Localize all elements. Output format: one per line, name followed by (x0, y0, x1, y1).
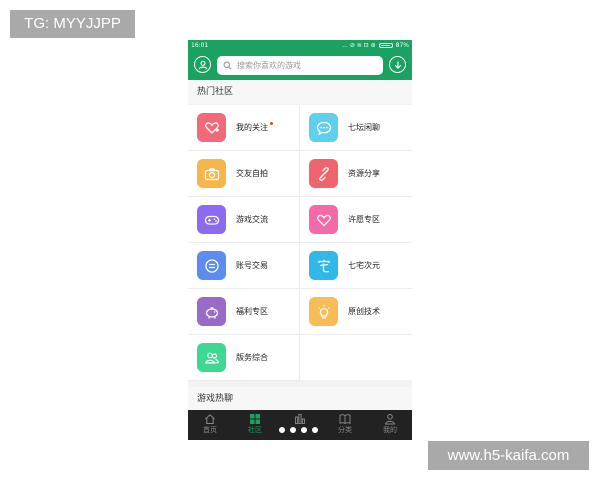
camera-icon (197, 159, 226, 188)
community-item-share[interactable]: 资源分享 (300, 151, 412, 197)
community-item-label: 资源分享 (348, 169, 380, 178)
search-icon (223, 61, 232, 70)
chart-icon (295, 414, 305, 424)
tab-mine[interactable]: 我的 (368, 410, 412, 440)
community-item-label: 七宅次元 (348, 261, 380, 270)
community-item-chat[interactable]: 七坛闲聊 (300, 105, 412, 151)
chat-bubble-icon (309, 113, 338, 142)
community-item-label: 七坛闲聊 (348, 123, 380, 132)
tab-category[interactable]: 分类 (323, 410, 367, 440)
phone-screen: 16:01 ... ⊘ ≋ ⊡ ⊛ 87% 搜索你喜欢的游戏 热门社区 我的关注 (188, 40, 412, 440)
community-item-label: 版务综合 (236, 353, 268, 362)
lightbulb-icon (309, 297, 338, 326)
community-item-label: 原创技术 (348, 307, 380, 316)
battery-icon (378, 43, 393, 48)
community-item-games[interactable]: 游戏交流 (188, 197, 300, 243)
tab-rank[interactable] (278, 410, 322, 440)
community-item-welfare[interactable]: 福利专区 (188, 289, 300, 335)
download-icon[interactable] (389, 56, 406, 73)
tab-label: 我的 (383, 426, 397, 434)
book-icon (339, 414, 351, 425)
search-input[interactable]: 搜索你喜欢的游戏 (217, 56, 383, 75)
home-icon (205, 414, 215, 424)
tab-label: 首页 (203, 426, 217, 434)
heart-plus-icon (197, 113, 226, 142)
zhai-icon (309, 251, 338, 280)
tab-home[interactable]: 首页 (188, 410, 232, 440)
community-item-follow[interactable]: 我的关注 (188, 105, 300, 151)
community-item-label: 交友自拍 (236, 169, 268, 178)
status-indicators: ... ⊘ ≋ ⊡ ⊛ 87% (342, 40, 409, 51)
app-header: 搜索你喜欢的游戏 (188, 51, 412, 80)
bottom-tabbar: 首页 社区 分类 我的 (188, 410, 412, 440)
person-icon (384, 414, 396, 425)
community-item-label: 游戏交流 (236, 215, 268, 224)
status-bar: 16:01 ... ⊘ ≋ ⊡ ⊛ 87% (188, 40, 412, 51)
gamepad-icon (197, 205, 226, 234)
community-item-wish[interactable]: 许愿专区 (300, 197, 412, 243)
piggy-bank-icon (197, 297, 226, 326)
section-title-community: 热门社区 (188, 80, 412, 104)
community-item-selfie[interactable]: 交友自拍 (188, 151, 300, 197)
page-indicator (279, 427, 318, 433)
watermark-bottom-right: www.h5-kaifa.com (428, 441, 589, 470)
user-icon[interactable] (194, 56, 211, 73)
new-dot (270, 122, 273, 125)
community-item-label: 福利专区 (236, 307, 268, 316)
battery-level: 87% (395, 42, 409, 49)
community-item-empty (300, 335, 412, 381)
section-title-game-chat: 游戏热聊 (188, 387, 412, 411)
community-item-label: 账号交易 (236, 261, 268, 270)
community-item-acg[interactable]: 七宅次元 (300, 243, 412, 289)
heart-icon (309, 205, 338, 234)
search-placeholder: 搜索你喜欢的游戏 (237, 61, 301, 70)
tab-community[interactable]: 社区 (233, 410, 277, 440)
page-dot[interactable] (279, 427, 285, 433)
page-dot[interactable] (301, 427, 307, 433)
community-grid: 我的关注 七坛闲聊 交友自拍 资源分享 游戏交流 许愿专区 账号交易 七宅次元 … (188, 105, 412, 381)
community-item-account[interactable]: 账号交易 (188, 243, 300, 289)
tab-label: 社区 (248, 426, 262, 434)
coin-icon (197, 251, 226, 280)
status-time: 16:01 (191, 42, 209, 49)
community-item-label: 许愿专区 (348, 215, 380, 224)
users-icon (197, 343, 226, 372)
tab-label: 分类 (338, 426, 352, 434)
page-dot[interactable] (312, 427, 318, 433)
status-icons: ... ⊘ ≋ ⊡ ⊛ (342, 42, 376, 49)
community-item-admin[interactable]: 版务综合 (188, 335, 300, 381)
community-item-label: 我的关注 (236, 122, 273, 133)
page-dot[interactable] (290, 427, 296, 433)
grid-icon (250, 414, 260, 424)
community-item-tech[interactable]: 原创技术 (300, 289, 412, 335)
link-icon (309, 159, 338, 188)
watermark-top-left: TG: MYYJJPP (10, 10, 135, 38)
